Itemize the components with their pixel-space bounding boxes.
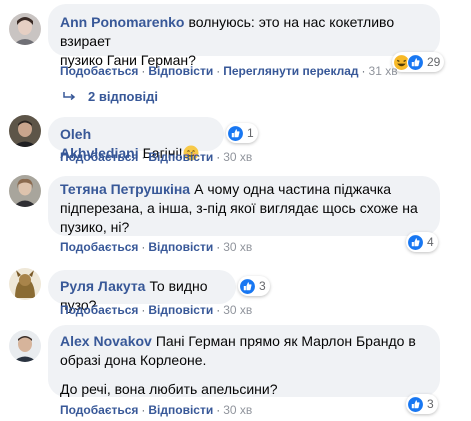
like-icon [239, 277, 256, 295]
comment-bubble: Oleh Akhvlediani Багіні! [48, 117, 224, 161]
reaction-count[interactable]: 4 [406, 232, 438, 252]
avatar[interactable] [9, 13, 41, 45]
like-button[interactable]: Подобається [60, 64, 138, 78]
comment-text: Пані Герман прямо як Марлон Брандо в [155, 333, 416, 349]
comment-actions: Подобається · Відповісти · 30 хв [60, 303, 253, 317]
comment-actions: Подобається · Відповісти · 30 хв [60, 150, 253, 164]
comment-author[interactable]: Руля Лакута [60, 278, 145, 294]
like-icon [407, 233, 424, 251]
reply-button[interactable]: Відповісти [148, 240, 213, 254]
like-icon [407, 53, 424, 71]
comment-author[interactable]: Alex Novakov [60, 333, 152, 349]
reaction-count-value: 4 [427, 235, 434, 249]
comment-timestamp[interactable]: 31 хв [369, 64, 398, 78]
like-button[interactable]: Подобається [60, 240, 138, 254]
comment-timestamp[interactable]: 30 хв [223, 403, 252, 417]
comment-bubble: Ann Ponomarenko волнуюсь: это на нас коке… [48, 4, 440, 68]
like-button[interactable]: Подобається [60, 303, 138, 317]
view-replies-link[interactable]: 2 відповіді [62, 89, 158, 104]
comment-text: підперезана, а інша, з-під якої виглядає… [60, 200, 418, 216]
comment-timestamp[interactable]: 30 хв [223, 150, 252, 164]
reaction-count[interactable]: 3 [238, 276, 270, 296]
reaction-count[interactable]: 29 [392, 52, 445, 72]
comment-author[interactable]: Тетяна Петрушкіна [60, 181, 190, 197]
reply-button[interactable]: Відповісти [148, 150, 213, 164]
like-button[interactable]: Подобається [60, 150, 138, 164]
like-button[interactable]: Подобається [60, 403, 138, 417]
comment-text: пузико, ні? [60, 219, 130, 235]
avatar[interactable] [9, 175, 41, 207]
reaction-count[interactable]: 3 [406, 394, 438, 414]
reaction-count-value: 29 [427, 55, 441, 69]
avatar[interactable] [9, 115, 41, 147]
avatar[interactable] [9, 330, 41, 362]
reply-arrow-icon [62, 89, 76, 104]
comment-text: А чому одна частина піджачка [194, 181, 392, 197]
comment-timestamp[interactable]: 30 хв [223, 240, 252, 254]
reaction-count[interactable]: 1 [226, 123, 258, 143]
comment-text: До речі, вона любить апельсини? [60, 381, 278, 397]
comment-actions: Подобається · Відповісти · 30 хв [60, 403, 253, 417]
comment-text: образі дона Корлеоне. [60, 352, 207, 368]
like-icon [227, 124, 244, 142]
see-translation-button[interactable]: Переглянути переклад [223, 64, 358, 78]
comment-bubble: Тетяна Петрушкіна А чому одна частина під… [48, 176, 440, 236]
comment-author[interactable]: Ann Ponomarenko [60, 14, 184, 30]
reaction-count-value: 3 [259, 279, 266, 293]
comment-timestamp[interactable]: 30 хв [223, 303, 252, 317]
comment-actions: Подобається · Відповісти · 30 хв [60, 240, 253, 254]
comment-bubble: Alex Novakov Пані Герман прямо як Марлон … [48, 325, 440, 397]
comment-bubble: Руля Лакута То видно пузо? [48, 270, 236, 313]
reply-button[interactable]: Відповісти [148, 303, 213, 317]
reaction-count-value: 3 [427, 397, 434, 411]
replies-count[interactable]: 2 відповіді [88, 89, 158, 104]
reaction-count-value: 1 [247, 126, 254, 140]
reply-button[interactable]: Відповісти [148, 403, 213, 417]
comment-actions: Подобається · Відповісти · Переглянути перек… [60, 64, 398, 78]
reply-button[interactable]: Відповісти [148, 64, 213, 78]
avatar[interactable] [9, 268, 41, 300]
like-icon [407, 395, 424, 413]
